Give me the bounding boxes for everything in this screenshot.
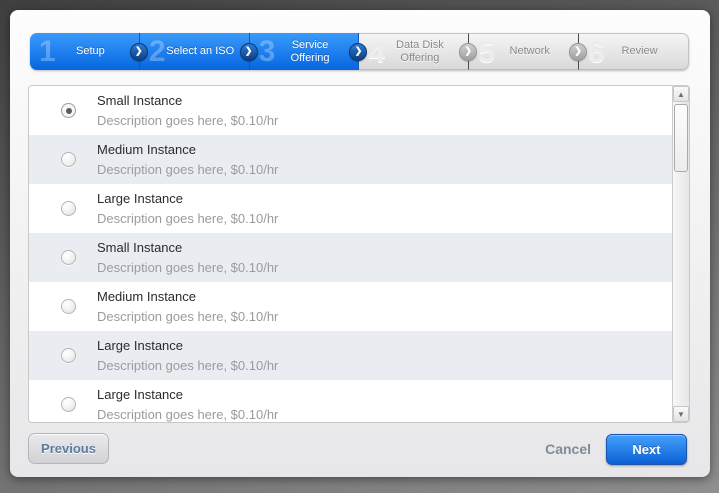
step-number: 3 xyxy=(259,34,276,69)
scroll-down-icon[interactable]: ▼ xyxy=(673,406,689,422)
step-review[interactable]: 6 Review xyxy=(579,33,689,70)
list-item[interactable]: Large Instance Description goes here, $0… xyxy=(29,380,672,423)
step-label: Service Offering xyxy=(276,33,345,70)
offering-description: Description goes here, $0.10/hr xyxy=(97,112,278,129)
add-instance-wizard-dialog: 1 Setup ❯ 2 Select an ISO ❯ 3 Service Of… xyxy=(10,10,710,477)
step-setup[interactable]: 1 Setup ❯ xyxy=(30,33,140,70)
radio-button[interactable] xyxy=(61,201,76,216)
next-button[interactable]: Next xyxy=(606,434,687,465)
cancel-button[interactable]: Cancel xyxy=(545,441,591,457)
offering-title: Small Instance xyxy=(97,239,278,256)
list-item[interactable]: Medium Instance Description goes here, $… xyxy=(29,282,672,331)
chevron-right-icon: ❯ xyxy=(569,43,587,61)
previous-button[interactable]: Previous xyxy=(28,433,109,464)
step-label: Setup xyxy=(56,33,125,70)
offering-description: Description goes here, $0.10/hr xyxy=(97,357,278,374)
step-number: 1 xyxy=(39,34,56,69)
step-label: Select an ISO xyxy=(166,33,235,70)
radio-button[interactable] xyxy=(61,299,76,314)
chevron-right-icon: ❯ xyxy=(130,43,148,61)
step-number: 4 xyxy=(368,35,385,70)
offering-title: Small Instance xyxy=(97,92,278,109)
step-label: Data Disk Offering xyxy=(385,34,454,69)
offering-title: Large Instance xyxy=(97,190,278,207)
list-scrollbar[interactable]: ▲ ▼ xyxy=(672,86,689,422)
chevron-right-icon: ❯ xyxy=(240,43,258,61)
offering-title: Large Instance xyxy=(97,386,278,403)
list-item[interactable]: Large Instance Description goes here, $0… xyxy=(29,331,672,380)
step-service-offering[interactable]: 3 Service Offering ❯ xyxy=(250,33,360,70)
step-data-disk-offering[interactable]: 4 Data Disk Offering ❯ xyxy=(359,33,469,70)
radio-button[interactable] xyxy=(61,348,76,363)
step-label: Review xyxy=(605,34,674,69)
offering-description: Description goes here, $0.10/hr xyxy=(97,406,278,423)
step-label: Network xyxy=(495,34,564,69)
step-select-an-iso[interactable]: 2 Select an ISO ❯ xyxy=(140,33,250,70)
offering-title: Medium Instance xyxy=(97,141,278,158)
step-number: 6 xyxy=(588,35,605,70)
list-item[interactable]: Large Instance Description goes here, $0… xyxy=(29,184,672,233)
chevron-right-icon: ❯ xyxy=(349,43,367,61)
offering-description: Description goes here, $0.10/hr xyxy=(97,308,278,325)
offering-title: Medium Instance xyxy=(97,288,278,305)
list-item[interactable]: Small Instance Description goes here, $0… xyxy=(29,233,672,282)
radio-button[interactable] xyxy=(61,250,76,265)
offering-description: Description goes here, $0.10/hr xyxy=(97,210,278,227)
list-item[interactable]: Small Instance Description goes here, $0… xyxy=(29,86,672,135)
step-network[interactable]: 5 Network ❯ xyxy=(469,33,579,70)
chevron-right-icon: ❯ xyxy=(459,43,477,61)
radio-button[interactable] xyxy=(61,152,76,167)
service-offering-rows: Small Instance Description goes here, $0… xyxy=(29,86,672,423)
list-item[interactable]: Medium Instance Description goes here, $… xyxy=(29,135,672,184)
offering-description: Description goes here, $0.10/hr xyxy=(97,161,278,178)
scrollbar-thumb[interactable] xyxy=(674,104,688,172)
offering-title: Large Instance xyxy=(97,337,278,354)
offering-description: Description goes here, $0.10/hr xyxy=(97,259,278,276)
radio-button[interactable] xyxy=(61,397,76,412)
radio-button[interactable] xyxy=(61,103,76,118)
step-number: 2 xyxy=(149,34,166,69)
service-offering-list: Small Instance Description goes here, $0… xyxy=(28,85,690,423)
scroll-up-icon[interactable]: ▲ xyxy=(673,86,689,102)
step-number: 5 xyxy=(478,35,495,70)
wizard-steps-bar: 1 Setup ❯ 2 Select an ISO ❯ 3 Service Of… xyxy=(30,33,689,70)
